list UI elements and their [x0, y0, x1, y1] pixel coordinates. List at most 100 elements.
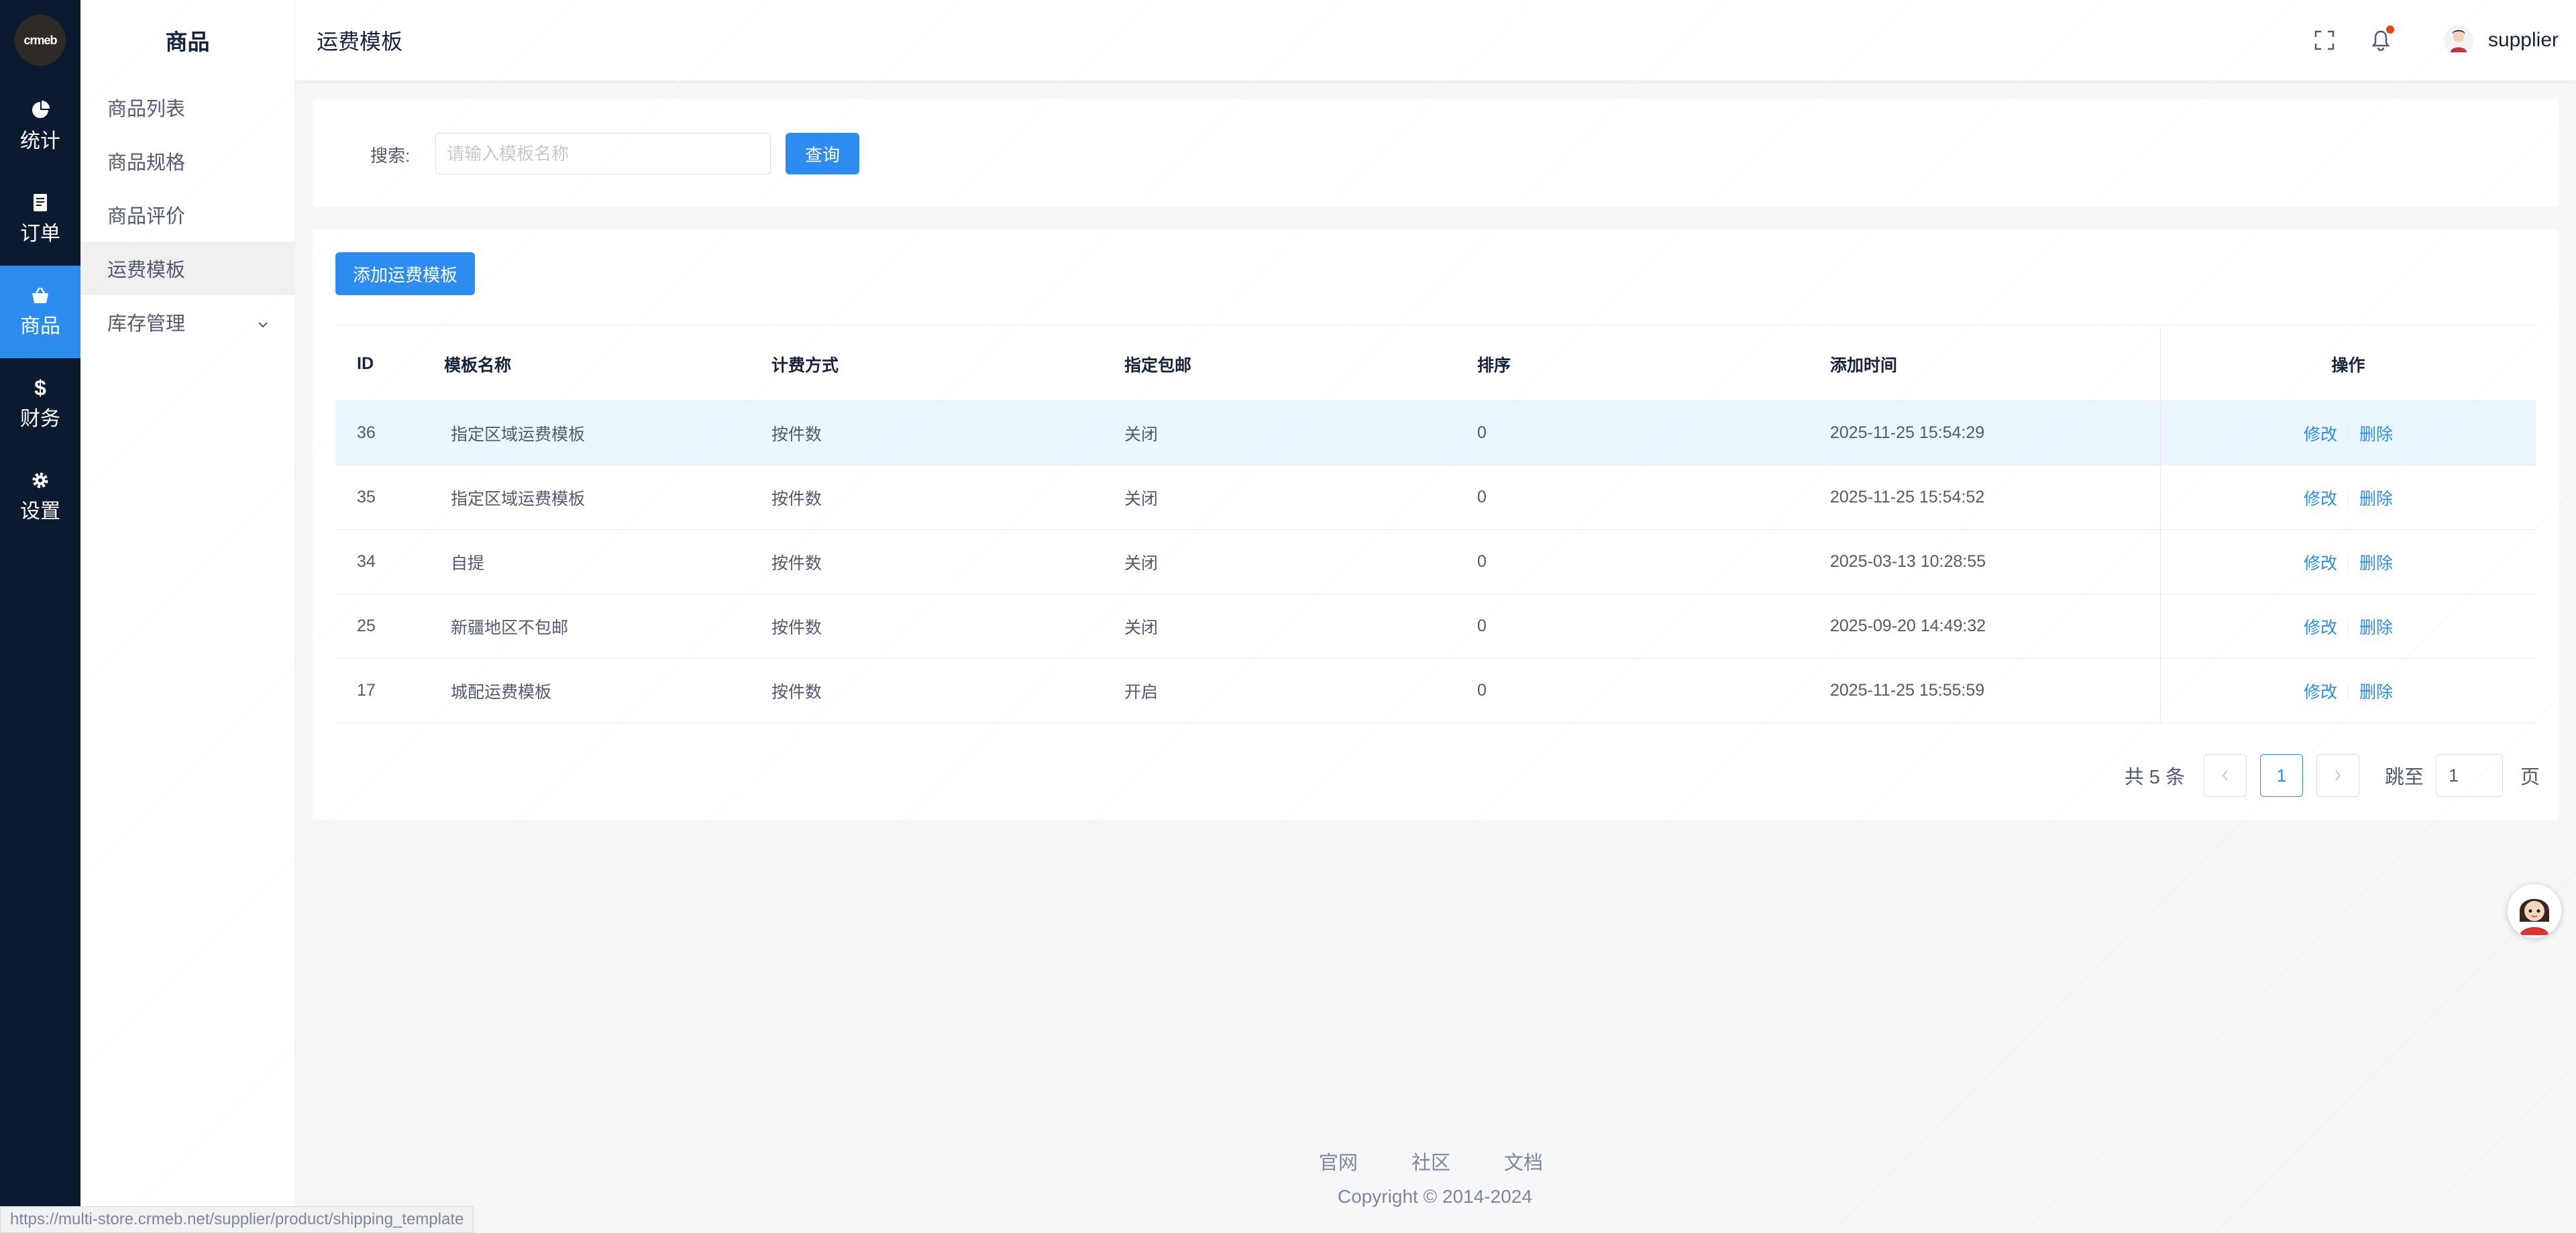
op-divider [2348, 553, 2349, 570]
search-button[interactable]: 查询 [786, 133, 859, 174]
cell-ops: 修改 删除 [2160, 401, 2536, 465]
cell-fee-method: 按件数 [771, 425, 822, 444]
customer-service-avatar-button[interactable] [2508, 884, 2561, 938]
delete-link[interactable]: 删除 [2359, 679, 2393, 703]
cell-time: 2025-11-25 15:54:52 [1830, 488, 1985, 506]
footer-link-community[interactable]: 社区 [1411, 1147, 1450, 1175]
footer-link-docs[interactable]: 文档 [1504, 1147, 1543, 1175]
edit-link[interactable]: 修改 [2304, 679, 2337, 703]
footer-links: 官网 社区 文档 [1319, 1147, 1597, 1175]
sub-menu-item-label: 库存管理 [107, 313, 186, 335]
notification-dot [2385, 25, 2394, 34]
cell-sort: 0 [1477, 423, 1487, 442]
search-label: 搜索: [370, 146, 411, 166]
sub-menu-item-product-list[interactable]: 商品列表 [80, 81, 294, 134]
avatar[interactable] [2443, 25, 2473, 55]
sub-menu-item-shipping-template[interactable]: 运费模板 [80, 242, 294, 295]
cell-time: 2025-03-13 10:28:55 [1830, 552, 1986, 571]
cell-ops: 修改 删除 [2160, 594, 2536, 658]
sub-menu-item-product-review[interactable]: 商品评价 [80, 188, 294, 242]
main-menu-item-finance[interactable]: $ 财务 [0, 358, 80, 451]
delete-link[interactable]: 删除 [2359, 421, 2393, 445]
op-divider [2348, 682, 2349, 699]
jump-label: 跳至 [2384, 767, 2424, 788]
chevron-down-icon [257, 314, 269, 328]
sub-menu-item-label: 商品规格 [107, 152, 186, 174]
chevron-right-icon [2335, 770, 2341, 781]
delete-link[interactable]: 删除 [2359, 614, 2393, 639]
chart-pie-icon [30, 100, 50, 120]
svg-text:$: $ [34, 377, 46, 398]
logo[interactable]: crmeb [0, 0, 80, 81]
delete-link[interactable]: 删除 [2359, 550, 2393, 574]
sub-menu-item-inventory[interactable]: 库存管理 [80, 295, 294, 349]
cell-name: 自提 [451, 553, 485, 573]
logo-mark: crmeb [15, 15, 66, 66]
main-menu-item-stats[interactable]: 统计 [0, 81, 80, 173]
footer-link-official[interactable]: 官网 [1319, 1147, 1358, 1175]
table-row[interactable]: 17 城配运费模板 按件数 开启 0 2025-11-25 15:55:59 修… [335, 659, 2536, 723]
bell-icon[interactable] [2367, 25, 2394, 54]
cell-sort: 0 [1477, 616, 1487, 635]
top-header: 运费模板 supplier [295, 0, 2576, 81]
edit-link[interactable]: 修改 [2304, 421, 2337, 445]
table-row[interactable]: 36 指定区域运费模板 按件数 关闭 0 2025-11-25 15:54:29… [335, 401, 2536, 466]
next-page-button[interactable] [2316, 754, 2359, 797]
edit-link[interactable]: 修改 [2304, 614, 2337, 639]
main-menu-label: 统计 [20, 130, 60, 152]
cell-name: 指定区域运费模板 [451, 425, 586, 444]
cell-name: 指定区域运费模板 [451, 489, 586, 508]
main-menu-item-products[interactable]: 商品 [0, 266, 80, 358]
main-menu-label: 设置 [20, 500, 60, 523]
main-menu-item-orders[interactable]: 订单 [0, 173, 80, 266]
main-menu-item-settings[interactable]: 设置 [0, 451, 80, 543]
shop-bag-icon [30, 285, 50, 305]
table-row[interactable]: 25 新疆地区不包邮 按件数 关闭 0 2025-09-20 14:49:32 … [335, 594, 2536, 659]
search-card: 搜索: 请输入模板名称 查询 [313, 99, 2559, 207]
fullscreen-icon[interactable] [2311, 27, 2338, 54]
cell-id: 35 [357, 488, 376, 506]
cell-name: 新疆地区不包邮 [451, 618, 569, 637]
table-card: 添加运费模板 ID 模板名称 计费方式 指定包邮 排序 添加时间 操作 36 指… [313, 229, 2559, 820]
cell-ops: 修改 删除 [2160, 659, 2536, 722]
cell-sort: 0 [1477, 681, 1487, 700]
cell-time: 2025-11-25 15:55:59 [1830, 681, 1985, 700]
sub-menu: 商品 商品列表 商品规格 商品评价 运费模板 库存管理 [80, 0, 295, 1233]
cell-free-shipping: 开启 [1124, 682, 1159, 702]
column-header-sort: 排序 [1477, 356, 1511, 375]
page-unit-label: 页 [2520, 767, 2540, 788]
column-header-name: 模板名称 [444, 356, 512, 375]
chevron-left-icon [2222, 770, 2228, 781]
column-header-fee-method: 计费方式 [771, 356, 839, 375]
column-header-free-shipping: 指定包邮 [1124, 356, 1192, 375]
gear-icon [30, 470, 50, 490]
table-row[interactable]: 34 自提 按件数 关闭 0 2025-03-13 10:28:55 修改 删除 [335, 530, 2536, 594]
column-header-id: ID [357, 354, 374, 373]
cell-id: 17 [357, 681, 376, 700]
page-button-current[interactable]: 1 [2259, 754, 2303, 797]
edit-link[interactable]: 修改 [2304, 486, 2337, 510]
add-template-button[interactable]: 添加运费模板 [335, 252, 475, 295]
main-menu-label: 商品 [20, 315, 60, 337]
order-doc-icon [30, 193, 50, 213]
dollar-icon: $ [30, 377, 50, 398]
jump-page-input[interactable]: 1 [2435, 754, 2503, 797]
user-name[interactable]: supplier [2488, 29, 2559, 52]
cell-sort: 0 [1477, 552, 1487, 571]
cell-sort: 0 [1477, 488, 1487, 506]
op-divider [2348, 489, 2349, 506]
delete-link[interactable]: 删除 [2359, 486, 2393, 510]
main-menu-label: 财务 [20, 408, 60, 430]
cell-ops: 修改 删除 [2160, 530, 2536, 594]
column-header-time: 添加时间 [1830, 356, 1898, 375]
column-header-ops: 操作 [2160, 327, 2536, 400]
main-menu: crmeb 统计 订单 商品 $ 财务 设置 [0, 0, 80, 1233]
sub-menu-item-product-spec[interactable]: 商品规格 [80, 134, 294, 188]
pagination: 共 5 条 1 跳至 1 页 [2125, 754, 2540, 797]
op-divider [2348, 425, 2349, 441]
table-row[interactable]: 35 指定区域运费模板 按件数 关闭 0 2025-11-25 15:54:52… [335, 466, 2536, 530]
edit-link[interactable]: 修改 [2304, 550, 2337, 574]
prev-page-button[interactable] [2203, 754, 2247, 797]
copyright: Copyright © 2014-2024 [1338, 1186, 1532, 1207]
search-input[interactable]: 请输入模板名称 [435, 133, 771, 174]
